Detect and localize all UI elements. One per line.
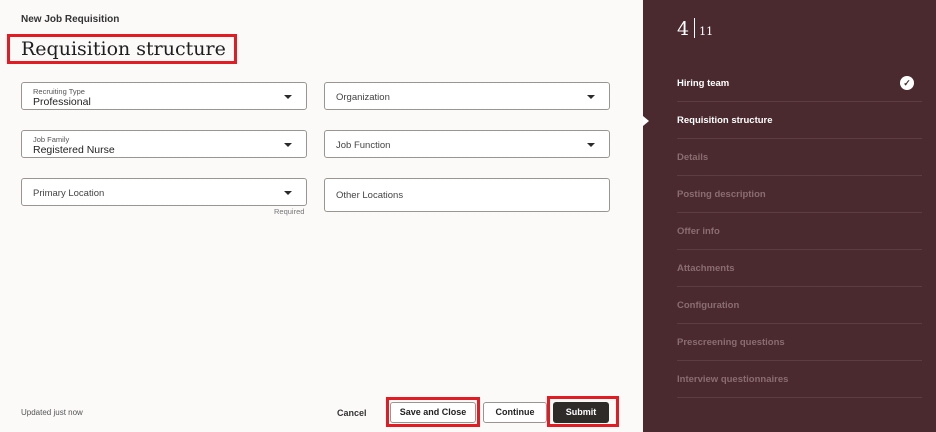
cancel-button[interactable]: Cancel xyxy=(337,408,367,418)
step-divider xyxy=(694,18,696,38)
step-attachments[interactable]: Attachments xyxy=(677,250,922,287)
step-posting-description[interactable]: Posting description xyxy=(677,176,922,213)
step-offer-info[interactable]: Offer info xyxy=(677,213,922,250)
organization-label: Organization xyxy=(336,92,390,103)
main-panel: New Job Requisition Requisition structur… xyxy=(0,0,643,432)
chevron-down-icon xyxy=(587,95,595,99)
other-locations-label: Other Locations xyxy=(336,190,404,201)
chevron-down-icon xyxy=(587,143,595,147)
triangle-pointer-icon xyxy=(643,116,649,126)
step-label: Posting description xyxy=(677,189,766,200)
chevron-down-icon xyxy=(284,191,292,195)
page-title: Requisition structure xyxy=(21,38,226,60)
page-subtitle: New Job Requisition xyxy=(21,14,120,25)
step-configuration[interactable]: Configuration xyxy=(677,287,922,324)
other-locations-field[interactable]: Other Locations xyxy=(324,178,610,212)
save-and-close-button[interactable]: Save and Close xyxy=(390,402,476,423)
job-family-select[interactable]: Job Family Registered Nurse xyxy=(21,130,307,158)
submit-button[interactable]: Submit xyxy=(553,402,609,423)
primary-location-label: Primary Location xyxy=(33,188,105,199)
step-label: Offer info xyxy=(677,226,720,237)
continue-button[interactable]: Continue xyxy=(483,402,547,423)
step-sidebar: 4 11 Hiring team ✓ Requisition structure … xyxy=(643,0,936,432)
recruiting-type-value: Professional xyxy=(33,96,91,108)
step-hiring-team[interactable]: Hiring team ✓ xyxy=(677,65,922,102)
step-label: Configuration xyxy=(677,300,740,311)
checkmark-icon: ✓ xyxy=(900,76,914,90)
job-function-label: Job Function xyxy=(336,140,391,151)
step-interview-questionnaires[interactable]: Interview questionnaires xyxy=(677,361,922,398)
step-details[interactable]: Details xyxy=(677,139,922,176)
step-label: Interview questionnaires xyxy=(677,374,789,385)
step-total: 11 xyxy=(699,25,714,38)
recruiting-type-label: Recruiting Type xyxy=(33,87,85,96)
job-function-select[interactable]: Job Function xyxy=(324,130,610,158)
primary-location-select[interactable]: Primary Location xyxy=(21,178,307,206)
step-label: Attachments xyxy=(677,263,735,274)
step-current: 4 xyxy=(677,18,690,40)
step-label: Requisition structure xyxy=(677,115,773,126)
recruiting-type-select[interactable]: Recruiting Type Professional xyxy=(21,82,307,110)
step-label: Details xyxy=(677,152,709,163)
chevron-down-icon xyxy=(284,143,292,147)
organization-select[interactable]: Organization xyxy=(324,82,610,110)
step-label: Hiring team xyxy=(677,78,730,89)
job-family-label: Job Family xyxy=(33,135,70,144)
step-prescreening-questions[interactable]: Prescreening questions xyxy=(677,324,922,361)
job-family-value: Registered Nurse xyxy=(33,144,115,156)
step-counter: 4 11 xyxy=(677,18,713,40)
save-status: Updated just now xyxy=(21,408,83,417)
required-hint: Required xyxy=(274,207,305,216)
chevron-down-icon xyxy=(284,95,292,99)
step-requisition-structure[interactable]: Requisition structure xyxy=(677,102,922,139)
step-label: Prescreening questions xyxy=(677,337,785,348)
